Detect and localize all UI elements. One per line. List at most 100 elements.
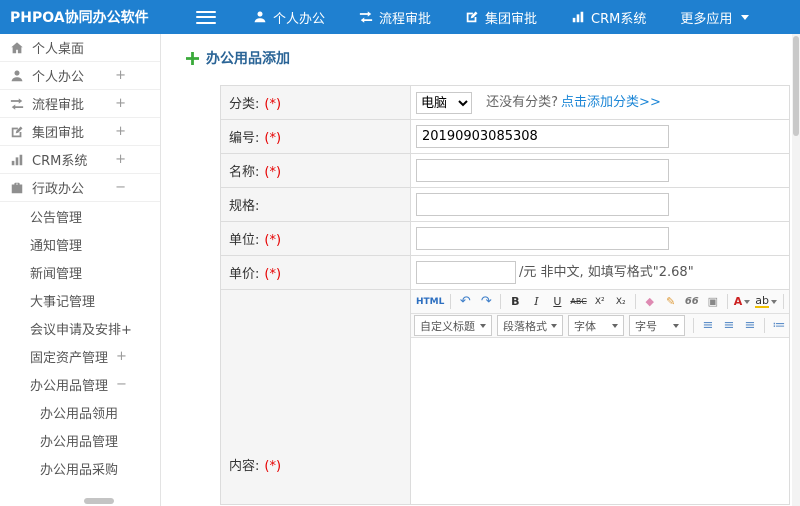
bold-button[interactable]: B bbox=[505, 292, 525, 312]
price-value-cell: /元 非中文, 如填写格式"2.68" bbox=[410, 255, 790, 290]
add-category-link[interactable]: 点击添加分类>> bbox=[561, 95, 661, 110]
align-center-button[interactable]: ≡ bbox=[719, 316, 739, 336]
collapse-icon[interactable]: − bbox=[115, 180, 126, 195]
sidebar-item-admin-office[interactable]: 行政办公 − bbox=[0, 174, 160, 202]
align-left-button[interactable]: ≡ bbox=[698, 316, 718, 336]
sidebar-item-office-supplies-mgmt[interactable]: 办公用品管理 − bbox=[0, 370, 160, 398]
unit-value-cell bbox=[410, 221, 790, 256]
expand-icon[interactable]: + bbox=[115, 124, 126, 139]
unit-input[interactable] bbox=[416, 227, 669, 250]
sidebar-item-fixed-assets-mgmt[interactable]: 固定资产管理 + bbox=[0, 342, 160, 370]
required-mark: (*) bbox=[264, 233, 282, 248]
sidebar-item-news-mgmt[interactable]: 新闻管理 bbox=[0, 258, 160, 286]
underline-button[interactable]: U bbox=[547, 292, 567, 312]
price-input[interactable] bbox=[416, 261, 516, 284]
sidebar-item-process-approval[interactable]: 流程审批 + bbox=[0, 90, 160, 118]
sidebar-item-crm-system[interactable]: CRM系统 + bbox=[0, 146, 160, 174]
sidebar-item-supplies-requisition[interactable]: 办公用品领用 bbox=[0, 398, 160, 426]
insert-image-button[interactable]: ▣ bbox=[703, 292, 723, 312]
heading-style-dropdown[interactable]: 自定义标题 bbox=[414, 315, 492, 336]
user-icon bbox=[254, 11, 266, 23]
sidebar-item-meeting-apply[interactable]: 会议申请及安排+ bbox=[0, 314, 160, 342]
vertical-scrollbar[interactable] bbox=[792, 34, 800, 506]
sidebar-item-notice-mgmt[interactable]: 通知管理 bbox=[0, 230, 160, 258]
expand-icon[interactable]: + bbox=[115, 68, 126, 83]
ordered-list-button[interactable]: ≔ bbox=[769, 316, 789, 336]
sidebar-item-supplies-management[interactable]: 办公用品管理 bbox=[0, 426, 160, 454]
edit-icon bbox=[11, 125, 23, 137]
nav-crm-system[interactable]: CRM系统 bbox=[554, 0, 663, 34]
unit-label: 单位: bbox=[229, 233, 260, 248]
remove-format-button[interactable]: ◆ bbox=[640, 292, 660, 312]
strikethrough-button[interactable]: ABC bbox=[568, 292, 588, 312]
html-source-button[interactable]: HTML bbox=[414, 292, 446, 312]
nav-process-approval[interactable]: 流程审批 bbox=[342, 0, 448, 34]
font-family-dropdown[interactable]: 字体 bbox=[568, 315, 624, 336]
font-size-dropdown[interactable]: 字号 bbox=[629, 315, 685, 336]
app-logo[interactable]: PHPOA协同办公软件 bbox=[0, 7, 162, 27]
sidebar-item-events-mgmt[interactable]: 大事记管理 bbox=[0, 286, 160, 314]
blockquote-button[interactable]: 66 bbox=[682, 292, 702, 312]
vertical-scrollbar-thumb[interactable] bbox=[793, 36, 799, 136]
nav-more-apps[interactable]: 更多应用 bbox=[663, 0, 766, 34]
expand-icon[interactable]: + bbox=[115, 152, 126, 167]
sidebar-item-personal-office[interactable]: 个人办公 + bbox=[0, 62, 160, 90]
name-input[interactable] bbox=[416, 159, 669, 182]
page-title: 办公用品添加 bbox=[186, 48, 792, 68]
sidebar-hscrollbar-thumb[interactable] bbox=[84, 498, 114, 504]
sidebar-item-supplies-purchase[interactable]: 办公用品采购 bbox=[0, 454, 160, 482]
nav-personal-office[interactable]: 个人办公 bbox=[236, 0, 342, 34]
add-plus-icon bbox=[186, 51, 199, 65]
dropdown-label: 段落格式 bbox=[503, 319, 547, 333]
redo-button[interactable]: ↷ bbox=[476, 292, 496, 312]
italic-button[interactable]: I bbox=[526, 292, 546, 312]
paragraph-format-dropdown[interactable]: 段落格式 bbox=[497, 315, 563, 336]
toolbar-separator bbox=[450, 294, 452, 309]
form-row-unit: 单位: (*) bbox=[220, 221, 790, 256]
page-title-text: 办公用品添加 bbox=[206, 51, 290, 67]
category-select[interactable]: 电脑 bbox=[416, 91, 472, 114]
caret-down-icon bbox=[741, 14, 750, 20]
collapse-icon[interactable]: − bbox=[116, 377, 127, 392]
highlight-color-button[interactable]: ab bbox=[753, 292, 779, 312]
undo-button[interactable]: ↶ bbox=[455, 292, 475, 312]
sidebar-item-label: 固定资产管理 bbox=[30, 350, 109, 366]
nav-group-approval[interactable]: 集团审批 bbox=[448, 0, 554, 34]
expand-icon[interactable]: + bbox=[116, 349, 127, 364]
sidebar-item-label: 新闻管理 bbox=[30, 266, 83, 282]
chart-icon bbox=[572, 11, 584, 23]
sidebar-item-personal-desktop[interactable]: 个人桌面 bbox=[0, 34, 160, 62]
align-center-icon: ≡ bbox=[723, 318, 735, 333]
editor-toolbar-row2: 自定义标题 段落格式 字体 字号 ≡ ≡ ≡ ≔ bbox=[411, 314, 789, 338]
font-color-button[interactable]: A bbox=[732, 292, 753, 312]
edit-icon bbox=[466, 11, 478, 23]
sidebar-item-group-approval[interactable]: 集团审批 + bbox=[0, 118, 160, 146]
expand-icon[interactable]: + bbox=[115, 96, 126, 111]
format-brush-button[interactable]: ✎ bbox=[661, 292, 681, 312]
caret-down-icon bbox=[673, 323, 679, 328]
office-icon bbox=[11, 182, 23, 193]
form-row-price: 单价: (*) /元 非中文, 如填写格式"2.68" bbox=[220, 255, 790, 290]
align-right-button[interactable]: ≡ bbox=[740, 316, 760, 336]
subscript-button[interactable]: X₂ bbox=[611, 292, 631, 312]
toolbar-separator bbox=[693, 318, 694, 333]
number-input[interactable] bbox=[416, 125, 669, 148]
sidebar-item-label: 集团审批 bbox=[32, 126, 85, 141]
nav-label: 个人办公 bbox=[273, 11, 326, 27]
hamburger-icon[interactable] bbox=[196, 10, 216, 24]
sidebar-item-announcement-mgmt[interactable]: 公告管理 bbox=[0, 202, 160, 230]
sidebar: 个人桌面 个人办公 + 流程审批 + 集团审批 + CRM系统 + 行政办公 −… bbox=[0, 34, 161, 506]
superscript-button[interactable]: X² bbox=[590, 292, 610, 312]
sidebar-item-label: 会议申请及安排+ bbox=[30, 322, 132, 338]
sidebar-item-label: CRM系统 bbox=[32, 154, 88, 169]
spec-input[interactable] bbox=[416, 193, 669, 216]
ordered-list-icon: ≔ bbox=[772, 318, 786, 333]
editor-content-area[interactable] bbox=[411, 338, 789, 504]
nav-label: 更多应用 bbox=[680, 11, 733, 27]
sidebar-item-label: 个人办公 bbox=[32, 70, 85, 85]
align-right-icon: ≡ bbox=[744, 318, 756, 333]
sidebar-item-label: 大事记管理 bbox=[30, 294, 96, 310]
category-value-cell: 电脑 还没有分类? 点击添加分类>> bbox=[410, 85, 790, 120]
required-mark: (*) bbox=[264, 267, 282, 282]
sidebar-item-label: 通知管理 bbox=[30, 238, 83, 254]
